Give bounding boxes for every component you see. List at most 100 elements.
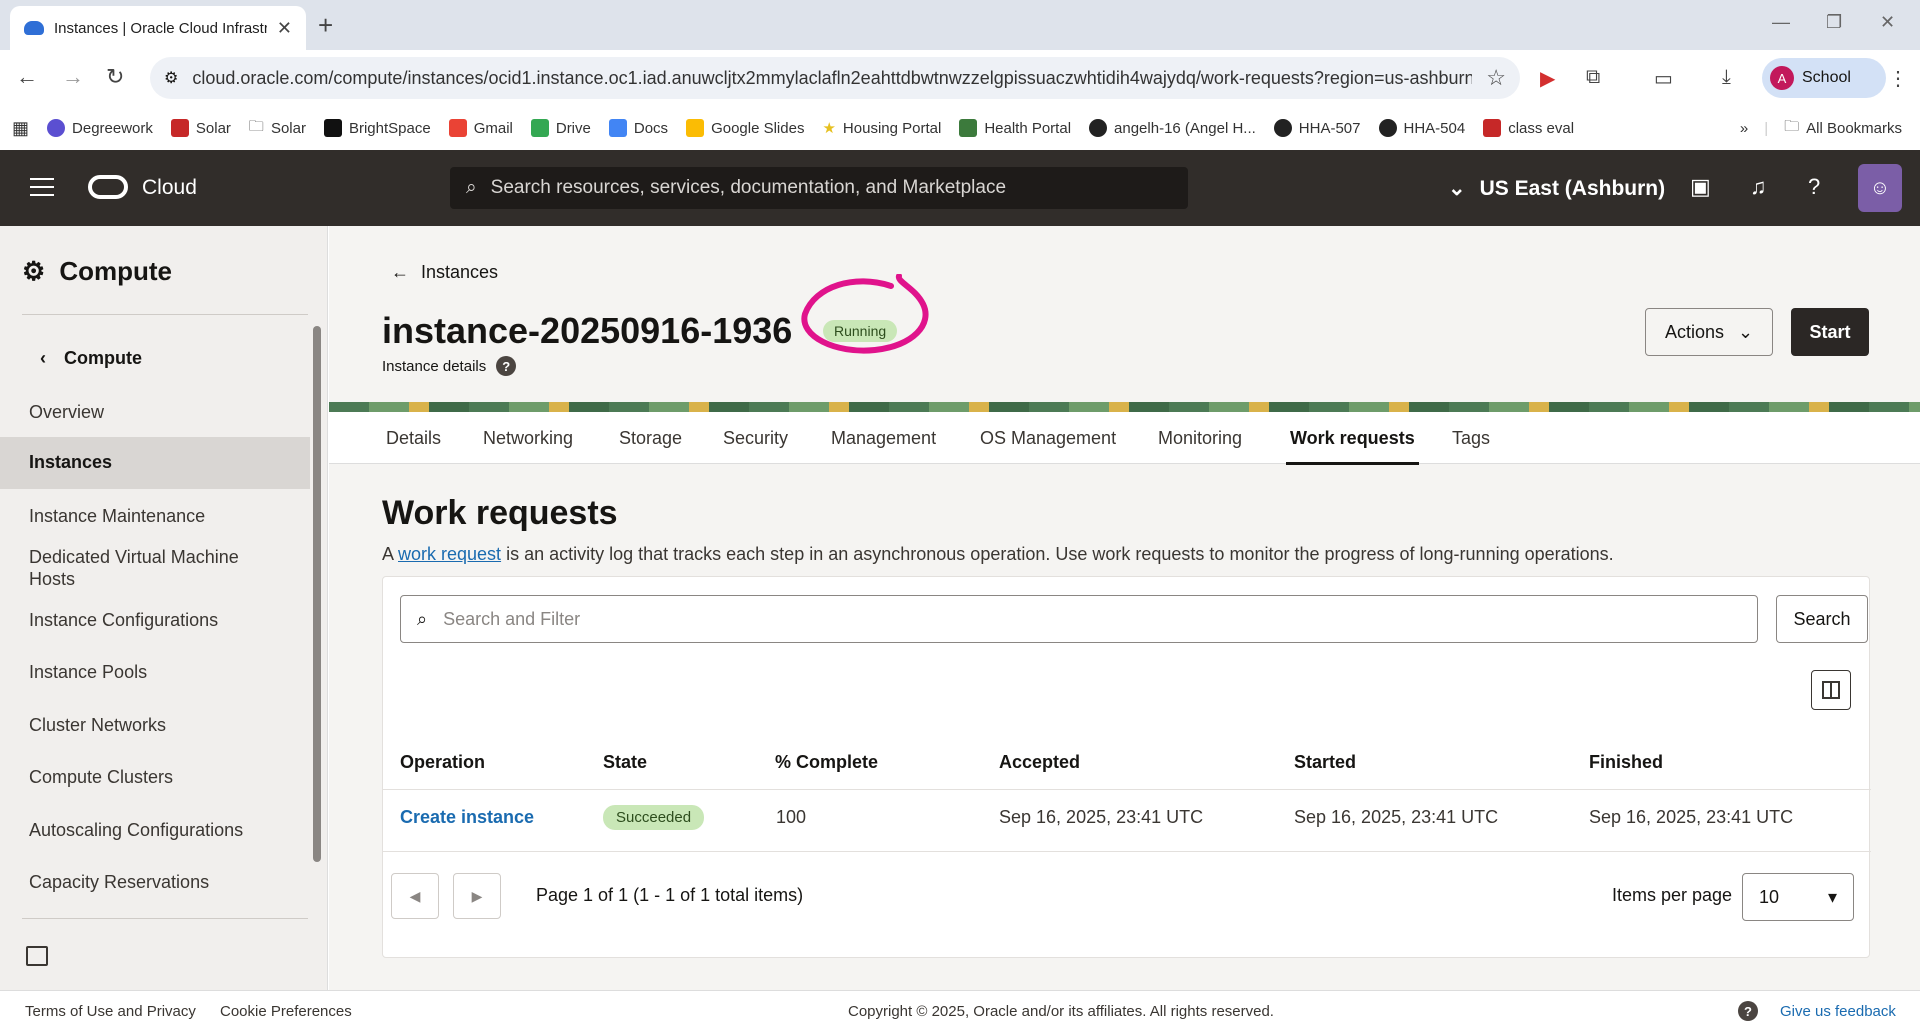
region-selector[interactable]: ⌄ US East (Ashburn): [1448, 176, 1665, 201]
sidebar: ⚙ Compute ‹ Compute Overview Instances I…: [0, 226, 328, 990]
columns-toggle-icon[interactable]: [1811, 670, 1851, 710]
sidebar-scrollbar[interactable]: [313, 326, 321, 862]
tab-monitoring[interactable]: Monitoring: [1158, 428, 1242, 449]
site-info-icon[interactable]: ⚙: [164, 68, 178, 88]
extensions-icon[interactable]: ⧉: [1586, 66, 1600, 89]
column-header[interactable]: Started: [1294, 752, 1356, 773]
bookmark-item[interactable]: class eval: [1483, 119, 1574, 137]
bookmark-item[interactable]: Degreework: [47, 119, 153, 137]
oracle-logo-icon[interactable]: [88, 175, 128, 199]
d2l-icon: [323, 119, 342, 137]
profile-chip[interactable]: A School: [1762, 58, 1886, 98]
column-header[interactable]: Accepted: [999, 752, 1080, 773]
cloud-shell-icon[interactable]: ▣: [1690, 174, 1711, 200]
drive-icon: [530, 119, 549, 137]
tab-os-management[interactable]: OS Management: [980, 428, 1116, 449]
tab-tags[interactable]: Tags: [1452, 428, 1490, 449]
column-header[interactable]: State: [603, 752, 647, 773]
forward-icon[interactable]: →: [62, 64, 84, 90]
terms-link[interactable]: Terms of Use and Privacy: [25, 1003, 196, 1020]
column-header[interactable]: Operation: [400, 752, 485, 773]
sidebar-item-capacity-reservations[interactable]: Capacity Reservations: [0, 872, 310, 893]
bookmark-item[interactable]: Health Portal: [959, 119, 1071, 137]
prev-page-button[interactable]: ◀: [391, 873, 439, 919]
close-tab-icon[interactable]: ✕: [277, 18, 292, 39]
bookmark-item[interactable]: ★ Housing Portal: [822, 119, 941, 138]
collapse-sidebar-icon[interactable]: [26, 946, 48, 966]
back-icon[interactable]: ←: [16, 64, 38, 90]
tab-details[interactable]: Details: [386, 428, 441, 449]
column-header[interactable]: % Complete: [775, 752, 878, 773]
work-request-link[interactable]: work request: [398, 544, 501, 564]
download-icon[interactable]: ⤓: [1722, 66, 1731, 89]
chevron-left-icon: ‹: [40, 348, 46, 368]
cookie-preferences-link[interactable]: Cookie Preferences: [220, 1003, 352, 1020]
new-tab-icon[interactable]: +: [318, 10, 333, 41]
close-window-icon[interactable]: ✕: [1880, 12, 1895, 33]
all-bookmarks[interactable]: 🗀 All Bookmarks: [1784, 116, 1902, 141]
bookmark-item[interactable]: Google Slides: [686, 119, 804, 137]
cloud-favicon-icon: [24, 21, 44, 35]
bookmark-item[interactable]: Solar: [170, 119, 231, 137]
sidebar-item-instance-maintenance[interactable]: Instance Maintenance: [0, 506, 310, 527]
percent-complete: 100: [776, 807, 807, 827]
actions-button[interactable]: Actions ⌄: [1645, 308, 1773, 356]
feedback-link[interactable]: Give us feedback: [1780, 1003, 1896, 1020]
github-icon: [1378, 119, 1397, 137]
sidebar-item-instances[interactable]: Instances: [0, 437, 310, 489]
bookmark-item[interactable]: HHA-507: [1273, 119, 1361, 137]
bookmark-item[interactable]: BrightSpace: [323, 119, 431, 137]
sidebar-item-autoscaling[interactable]: Autoscaling Configurations: [0, 820, 310, 841]
sidebar-item-cluster-networks[interactable]: Cluster Networks: [0, 715, 310, 736]
user-avatar-icon[interactable]: ☺: [1858, 164, 1902, 212]
browser-menu-icon[interactable]: ⋮: [1888, 66, 1908, 91]
help-icon[interactable]: ?: [496, 356, 517, 376]
minimize-icon[interactable]: —: [1772, 12, 1790, 33]
sidebar-item-instance-pools[interactable]: Instance Pools: [0, 662, 310, 683]
bookmark-item[interactable]: angelh-16 (Angel H...: [1089, 119, 1256, 137]
bookmark-item[interactable]: Docs: [608, 119, 668, 137]
sidebar-item-dedicated-vm-hosts[interactable]: Dedicated Virtual Machine Hosts: [0, 546, 280, 590]
next-page-button[interactable]: ▶: [453, 873, 501, 919]
address-bar[interactable]: ⚙ cloud.oracle.com/compute/instances/oci…: [150, 57, 1520, 99]
bookmark-item[interactable]: HHA-504: [1378, 119, 1465, 137]
degreework-icon: [47, 119, 66, 137]
github-icon: [1273, 119, 1292, 137]
sidebar-item-instance-configurations[interactable]: Instance Configurations: [0, 610, 310, 631]
reload-icon[interactable]: ↻: [106, 64, 124, 90]
brand-label[interactable]: Cloud: [142, 176, 197, 200]
search-button[interactable]: Search: [1776, 595, 1868, 643]
restore-icon[interactable]: ❐: [1826, 12, 1842, 33]
browser-tab[interactable]: Instances | Oracle Cloud Infrastr ✕: [10, 6, 306, 50]
tab-work-requests[interactable]: Work requests: [1286, 428, 1419, 465]
search-icon: ⌕: [466, 177, 477, 198]
sidebar-item-overview[interactable]: Overview: [0, 402, 310, 430]
more-bookmarks-icon[interactable]: »: [1740, 120, 1748, 137]
items-per-page-select[interactable]: 10 ▾: [1742, 873, 1854, 921]
tab-security[interactable]: Security: [723, 428, 788, 449]
column-header[interactable]: Finished: [1589, 752, 1663, 773]
tab-storage[interactable]: Storage: [619, 428, 682, 449]
hamburger-menu-icon[interactable]: [30, 178, 54, 202]
cast-icon[interactable]: ▭: [1654, 66, 1673, 91]
url-text[interactable]: cloud.oracle.com/compute/instances/ocid1…: [192, 68, 1472, 89]
sidebar-item-compute-clusters[interactable]: Compute Clusters: [0, 767, 310, 788]
bookmark-item[interactable]: Drive: [530, 119, 591, 137]
help-icon[interactable]: ?: [1738, 1001, 1758, 1021]
global-search-input[interactable]: ⌕ Search resources, services, documentat…: [450, 167, 1188, 209]
start-button[interactable]: Start: [1791, 308, 1869, 356]
help-icon[interactable]: ?: [1808, 174, 1820, 200]
youtube-extension-icon[interactable]: ▶: [1540, 66, 1555, 91]
tab-management[interactable]: Management: [831, 428, 936, 449]
bookmark-item[interactable]: Gmail: [448, 119, 513, 137]
folder-icon: 🗀: [248, 117, 264, 135]
apps-grid-icon[interactable]: ▦: [12, 118, 29, 139]
operation-link[interactable]: Create instance: [400, 807, 534, 828]
bookmark-star-icon[interactable]: ☆: [1486, 65, 1506, 91]
sidebar-back-compute[interactable]: ‹ Compute: [40, 348, 142, 369]
bell-icon[interactable]: ♫: [1750, 174, 1767, 200]
back-to-instances[interactable]: ← Instances: [391, 262, 498, 283]
tab-networking[interactable]: Networking: [483, 428, 573, 449]
search-filter-input[interactable]: ⌕ Search and Filter: [400, 595, 1758, 643]
bookmark-item[interactable]: 🗀 Solar: [249, 116, 306, 141]
